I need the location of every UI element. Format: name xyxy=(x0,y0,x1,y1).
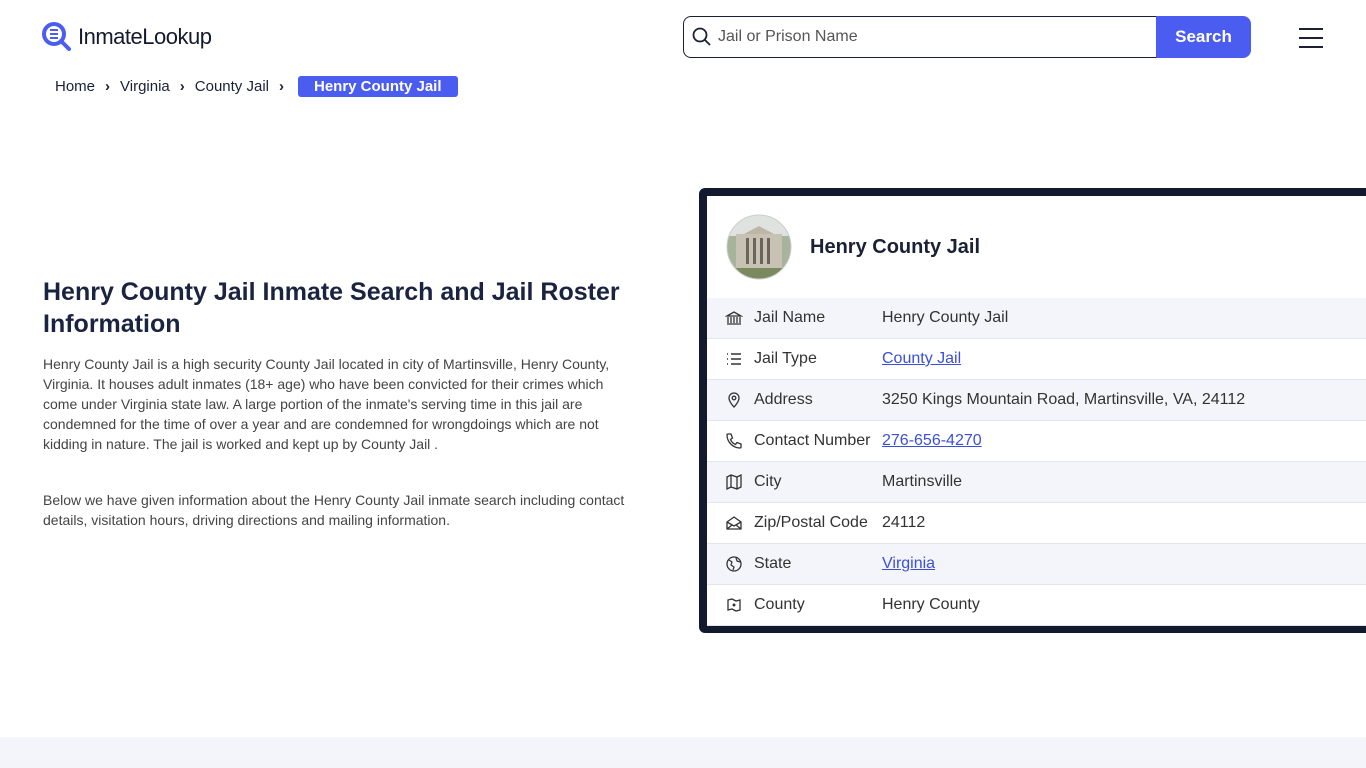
search-input[interactable] xyxy=(718,28,1138,46)
logo-magnifier-icon xyxy=(42,22,71,51)
breadcrumb-virginia[interactable]: Virginia xyxy=(120,78,170,95)
card-title: Henry County Jail xyxy=(810,235,981,258)
breadcrumb-current: Henry County Jail xyxy=(297,76,458,97)
info-value: 3250 Kings Mountain Road, Martinsville, … xyxy=(882,391,1246,408)
map-pin-icon xyxy=(707,391,754,409)
info-value-link[interactable]: 276-656-4270 xyxy=(882,432,982,450)
info-row-zip-postal-code: Zip/Postal Code 24112 xyxy=(707,503,1366,544)
bank-icon xyxy=(707,309,754,327)
mail-open-icon xyxy=(707,514,754,532)
intro-paragraph: Henry County Jail is a high security Cou… xyxy=(43,356,610,452)
info-label: County xyxy=(754,596,805,613)
search-field xyxy=(683,16,1156,58)
breadcrumb-home[interactable]: Home xyxy=(55,78,95,95)
breadcrumb: Home › Virginia › County Jail › Henry Count… xyxy=(55,76,458,97)
info-row-address: Address 3250 Kings Mountain Road, Martins… xyxy=(707,380,1366,421)
info-value: Martinsville xyxy=(882,473,963,490)
chevron-right-icon: › xyxy=(278,78,284,95)
map-icon xyxy=(707,473,754,491)
page-title: Henry County Jail Inmate Search and Jail… xyxy=(43,278,620,338)
search-icon xyxy=(692,27,711,46)
county-icon xyxy=(707,596,754,614)
jail-photo xyxy=(726,214,792,280)
info-row-jail-name: Jail Name Henry County Jail xyxy=(707,298,1366,339)
list-icon xyxy=(707,350,754,368)
chevron-right-icon: › xyxy=(105,78,111,95)
hamburger-menu-icon[interactable] xyxy=(1299,28,1323,55)
logo[interactable]: InmateLookup xyxy=(42,22,212,52)
chevron-right-icon: › xyxy=(179,78,185,95)
info-label: Jail Type xyxy=(754,350,817,367)
info-label: City xyxy=(754,473,782,490)
info-label: Address xyxy=(754,391,813,408)
info-value: 24112 xyxy=(882,514,926,531)
info-row-state: State Virginia xyxy=(707,544,1366,585)
info-row-jail-type: Jail Type County Jail xyxy=(707,339,1366,380)
info-row-city: City Martinsville xyxy=(707,462,1366,503)
info-value: Henry County xyxy=(882,596,980,613)
info-label: Zip/Postal Code xyxy=(754,514,868,531)
phone-icon xyxy=(707,432,754,450)
info-row-contact-number: Contact Number 276-656-4270 xyxy=(707,421,1366,462)
info-paragraph: Below we have given information about th… xyxy=(43,492,625,528)
breadcrumb-county-jail[interactable]: County Jail xyxy=(195,78,269,95)
info-label: Contact Number xyxy=(754,432,871,449)
info-label: State xyxy=(754,555,792,572)
info-value-link[interactable]: County Jail xyxy=(882,350,961,368)
search-button[interactable]: Search xyxy=(1156,16,1251,58)
info-row-county: County Henry County xyxy=(707,585,1366,626)
globe-icon xyxy=(707,555,754,573)
search-bar: Search xyxy=(683,16,1251,58)
jail-info-card: Henry County Jail Jail Name Henry County … xyxy=(699,188,1366,633)
info-value-link[interactable]: Virginia xyxy=(882,555,935,573)
footer-band xyxy=(0,737,1366,768)
info-label: Jail Name xyxy=(754,309,826,326)
logo-text: InmateLookup xyxy=(78,24,212,49)
info-value: Henry County Jail xyxy=(882,309,1009,326)
